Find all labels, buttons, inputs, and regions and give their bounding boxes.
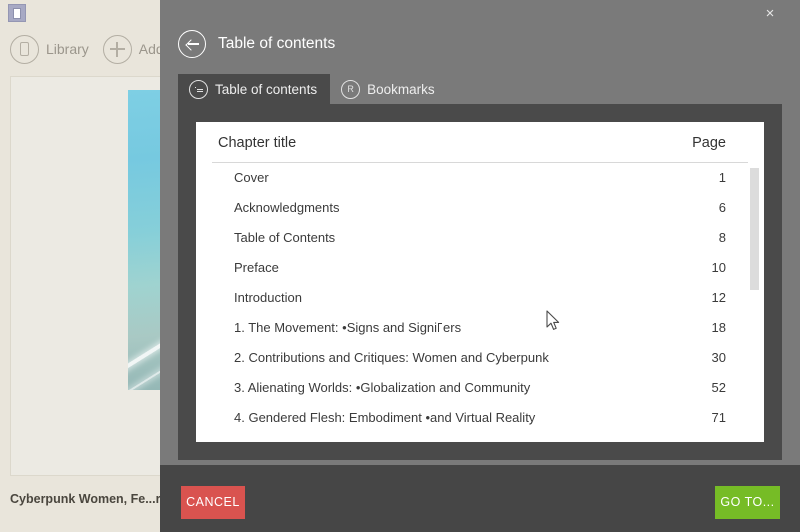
dialog-title: Table of contents (218, 35, 336, 52)
row-page: 12 (711, 290, 726, 305)
book-title-label: Cyberpunk Women, Fe...r (10, 492, 161, 506)
bookmark-icon: R (341, 79, 361, 99)
screen: Library Add bo Cyberpunk Women, Fe...r × (0, 0, 800, 532)
table-row[interactable]: 1. The Movement: •Signs and Signi ers 18 (212, 313, 748, 343)
row-title: Cover (234, 170, 269, 185)
row-title: 2. Contributions and Critiques: Women an… (234, 350, 549, 365)
row-page: 52 (711, 380, 726, 395)
table-row[interactable]: Acknowledgments 6 (212, 193, 748, 223)
table-row[interactable]: Introduction 12 (212, 283, 748, 313)
row-page: 10 (711, 260, 726, 275)
scrollbar-thumb[interactable] (750, 168, 759, 290)
book-app-icon (8, 4, 26, 22)
row-page: 6 (718, 200, 726, 215)
row-page: 1 (718, 170, 726, 185)
row-page: 18 (711, 320, 726, 335)
row-title: Introduction (234, 290, 302, 305)
tab-table-of-contents-label: Table of contents (215, 81, 318, 97)
list-icon (189, 79, 208, 99)
dialog-tabs: Table of contents R Bookmarks (178, 74, 448, 104)
row-page: 30 (711, 350, 726, 365)
row-page: 8 (718, 230, 726, 245)
tab-bookmarks[interactable]: R Bookmarks (330, 74, 448, 104)
chapter-list-scrollbar[interactable] (750, 168, 759, 430)
chapter-list: Chapter title Page Cover 1 Acknowledgmen… (196, 122, 764, 442)
row-title: 3. Alienating Worlds: •Globalization and… (234, 380, 531, 395)
row-title: Preface (234, 260, 279, 275)
row-title: Table of Contents (234, 230, 336, 245)
go-to-button[interactable]: GO TO... (715, 486, 780, 519)
dialog-header: Table of contents (178, 30, 335, 58)
plus-icon (102, 34, 132, 64)
column-header-chapter-title: Chapter title (218, 135, 297, 151)
table-row[interactable]: Preface 10 (212, 253, 748, 283)
table-row[interactable]: 2. Contributions and Critiques: Women an… (212, 343, 748, 373)
table-row[interactable]: 3. Alienating Worlds: •Globalization and… (212, 373, 748, 403)
back-arrow-icon[interactable] (178, 30, 206, 58)
chapter-list-rows: Cover 1 Acknowledgments 6 Table of Conte… (212, 163, 748, 433)
book-icon (10, 34, 39, 64)
table-row[interactable]: 4. Gendered Flesh: Embodiment •and Virtu… (212, 403, 748, 433)
dialog-footer: CANCEL GO TO... (160, 465, 800, 532)
app-icon-book-shape (13, 7, 21, 19)
tab-table-of-contents[interactable]: Table of contents (178, 74, 331, 104)
table-row[interactable]: Cover 1 (212, 163, 748, 193)
table-of-contents-dialog: × Table of contents Table of contents R … (160, 0, 800, 532)
row-title: Acknowledgments (234, 200, 340, 215)
library-button-label: Library (46, 41, 89, 57)
table-row[interactable]: Table of Contents 8 (212, 223, 748, 253)
row-title: 1. The Movement: •Signs and Signi ers (234, 320, 462, 335)
row-page: 71 (711, 410, 726, 425)
column-header-page: Page (692, 135, 726, 151)
cancel-button[interactable]: CANCEL (181, 486, 245, 519)
close-icon[interactable]: × (758, 3, 782, 25)
library-button[interactable]: Library (10, 34, 89, 64)
tab-bookmarks-label: Bookmarks (367, 81, 435, 97)
row-title: 4. Gendered Flesh: Embodiment •and Virtu… (234, 410, 536, 425)
chapter-list-header: Chapter title Page (212, 132, 748, 163)
